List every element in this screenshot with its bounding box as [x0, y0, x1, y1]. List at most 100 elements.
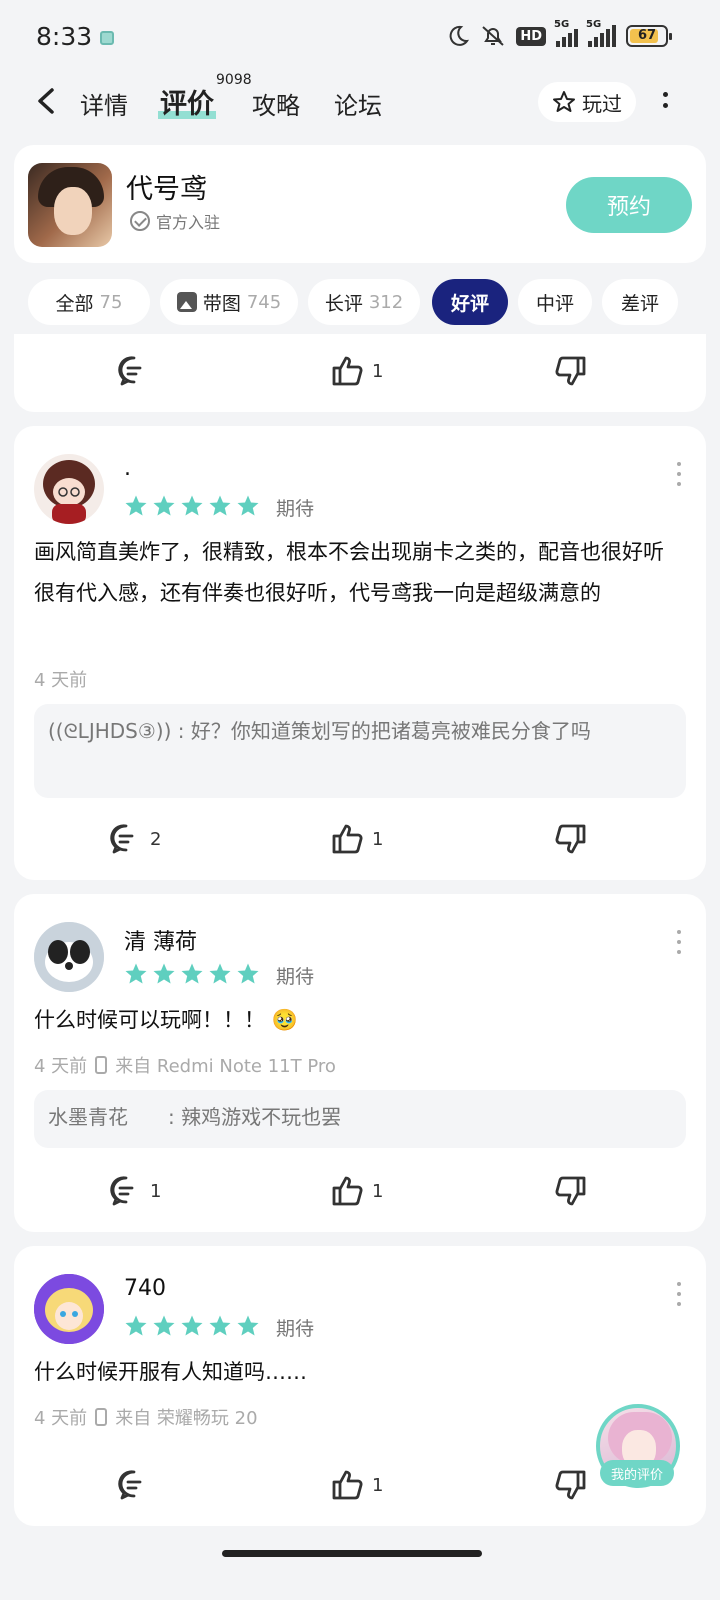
my-review-button[interactable]: 我的评价 — [600, 1460, 674, 1486]
comment-button[interactable]: 1 — [108, 1166, 161, 1216]
check-circle-icon — [130, 211, 150, 231]
star-icon — [237, 963, 259, 984]
reserve-button[interactable]: 预约 — [566, 177, 692, 233]
dislike-button[interactable] — [552, 814, 588, 864]
reply-preview[interactable]: ((ᘓLJHDS③)) : 好？你知道策划写的把诸葛亮被难民分食了吗 — [34, 704, 686, 798]
played-label: 玩过 — [582, 91, 622, 116]
rating-label: 期待 — [276, 1318, 315, 1340]
review-time: 4 天前 — [34, 1408, 88, 1429]
filter-label: 好评 — [450, 292, 489, 315]
filter-long[interactable]: 长评 312 — [308, 279, 420, 325]
star-icon — [209, 1315, 231, 1336]
tab-forum[interactable]: 论坛 — [334, 86, 382, 121]
comment-button[interactable] — [116, 1460, 152, 1510]
back-arrow-icon[interactable] — [32, 84, 62, 118]
review-more-icon[interactable] — [676, 1282, 682, 1308]
filter-count: 75 — [99, 291, 123, 313]
official-label: 官方入驻 — [156, 213, 221, 232]
star-icon — [153, 963, 175, 984]
network-type: 5G — [554, 19, 570, 30]
star-outline-icon — [553, 91, 575, 112]
hd-icon: HD — [516, 26, 546, 46]
filter-label: 差评 — [620, 292, 659, 315]
filter-all[interactable]: 全部 75 — [28, 279, 150, 325]
filter-neutral[interactable]: 中评 — [518, 279, 592, 325]
bell-off-icon — [482, 26, 504, 46]
star-rating — [124, 962, 260, 986]
like-count: 1 — [372, 360, 384, 382]
dislike-button[interactable] — [552, 346, 588, 396]
rating-label: 期待 — [276, 966, 315, 988]
star-rating — [124, 1314, 260, 1338]
like-button[interactable]: 1 — [330, 814, 383, 864]
star-icon — [181, 963, 203, 984]
filter-with-images[interactable]: 带图 745 — [160, 279, 298, 325]
notification-app-icon — [100, 31, 114, 45]
review-device: 来自 Redmi Note 11T Pro — [115, 1056, 336, 1077]
thumbs-up-icon — [332, 824, 363, 854]
official-badge: 官方入驻 — [130, 209, 220, 233]
reply-preview[interactable]: 水墨青花 : 辣鸡游戏不玩也罢 — [34, 1090, 686, 1148]
comment-button[interactable]: 2 — [108, 814, 161, 864]
thumbs-down-icon — [555, 1470, 586, 1500]
thumbs-up-icon — [332, 1176, 363, 1206]
filter-label: 长评 — [324, 292, 363, 315]
avatar[interactable] — [34, 454, 104, 524]
review-more-icon[interactable] — [676, 930, 682, 956]
filter-label: 全部 — [55, 292, 94, 315]
phone-icon — [95, 1408, 108, 1426]
top-nav: 详情 评价 9098 攻略 论坛 玩过 — [0, 70, 720, 132]
review-time: 4 天前 — [34, 1056, 88, 1077]
review-filter-bar: 全部 75 带图 745 长评 312 好评 中评 差评 — [0, 275, 720, 327]
star-icon — [125, 1315, 147, 1336]
review-card: 清 薄荷 期待 什么时候可以玩啊！！！ 🥹 4 天前 来自 Redmi Note… — [14, 894, 706, 1232]
like-button[interactable]: 1 — [330, 1460, 383, 1510]
thumbs-up-icon — [332, 1470, 363, 1500]
like-count: 1 — [372, 1180, 384, 1202]
star-icon — [153, 1315, 175, 1336]
filter-label: 带图 — [202, 292, 241, 315]
username[interactable]: 清 薄荷 — [124, 924, 197, 956]
filter-count: 312 — [368, 291, 404, 313]
star-icon — [209, 495, 231, 516]
star-rating — [124, 494, 260, 518]
filter-negative[interactable]: 差评 — [602, 279, 678, 325]
review-text[interactable]: 画风简直美炸了，很精致，根本不会出现崩卡之类的，配音也很好听很有代入感，还有伴奏… — [34, 532, 676, 614]
game-icon[interactable] — [28, 163, 112, 247]
username[interactable]: . — [124, 456, 131, 481]
star-icon — [181, 495, 203, 516]
played-button[interactable]: 玩过 — [538, 82, 636, 122]
username[interactable]: 740 — [124, 1276, 166, 1301]
rating-label: 期待 — [276, 498, 315, 520]
phone-icon — [95, 1056, 108, 1074]
review-meta: 4 天前 来自 Redmi Note 11T Pro — [34, 1052, 336, 1078]
avatar[interactable] — [34, 922, 104, 992]
like-button[interactable]: 1 — [330, 1166, 383, 1216]
thumbs-down-icon — [555, 1176, 586, 1206]
review-text[interactable]: 什么时候可以玩啊！！！ 🥹 — [34, 1000, 676, 1041]
star-icon — [181, 1315, 203, 1336]
review-device: 来自 荣耀畅玩 20 — [115, 1408, 258, 1429]
filter-label: 中评 — [535, 292, 574, 315]
star-icon — [153, 495, 175, 516]
filter-positive[interactable]: 好评 — [432, 279, 508, 325]
review-meta: 4 天前 — [34, 666, 87, 692]
dislike-button[interactable] — [552, 1460, 588, 1510]
tab-guides[interactable]: 攻略 — [252, 86, 300, 121]
battery-level: 67 — [637, 28, 657, 43]
avatar[interactable] — [34, 1274, 104, 1344]
like-button[interactable]: 1 — [330, 346, 383, 396]
tab-reviews[interactable]: 评价 — [158, 82, 216, 121]
dislike-button[interactable] — [552, 1166, 588, 1216]
review-card-partial: 1 — [14, 334, 706, 412]
review-more-icon[interactable] — [676, 462, 682, 488]
comment-button[interactable] — [116, 346, 152, 396]
tab-details[interactable]: 详情 — [80, 86, 128, 121]
review-text[interactable]: 什么时候开服有人知道吗…… — [34, 1352, 676, 1393]
home-indicator[interactable] — [222, 1550, 482, 1557]
more-menu-icon[interactable] — [660, 92, 670, 114]
star-icon — [209, 963, 231, 984]
star-icon — [125, 495, 147, 516]
moon-icon — [449, 25, 470, 46]
battery-icon: 67 — [626, 25, 672, 47]
